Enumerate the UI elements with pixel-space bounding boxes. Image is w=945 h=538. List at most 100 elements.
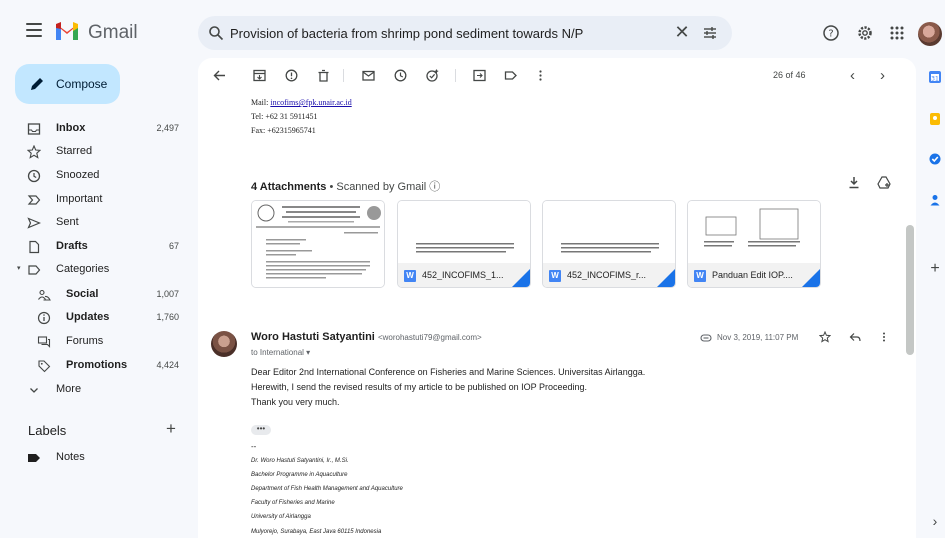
pencil-icon <box>31 78 43 90</box>
sidebar-item-label: Snoozed <box>56 169 100 181</box>
tasks-icon[interactable] <box>928 152 942 166</box>
sidebar-item-label: Sent <box>56 216 79 228</box>
attachment-card-3[interactable]: W 452_INCOFIMS_r... <box>542 200 676 288</box>
app-name: Gmail <box>88 22 138 43</box>
sidebar-item-social[interactable]: Social 1,007 <box>15 284 185 306</box>
sidebar-item-sent[interactable]: Sent <box>15 212 185 234</box>
sender-name[interactable]: Woro Hastuti Satyantini <box>251 331 375 343</box>
sidebar-item-important[interactable]: Important <box>15 189 185 211</box>
delete-trash-icon[interactable] <box>317 69 330 82</box>
signature-line-2: Bachelor Programme in Aquaculture <box>251 472 348 478</box>
back-arrow-icon[interactable] <box>213 69 226 82</box>
sidebar-item-inbox[interactable]: Inbox 2,497 <box>15 118 185 140</box>
older-chevron-icon[interactable]: ‹ <box>850 67 855 84</box>
prev-tel-line: Tel: +62 31 5911451 <box>251 112 318 121</box>
show-side-panel-chevron-icon[interactable]: › <box>928 514 942 528</box>
attachment-filename: Panduan Edit IOP.... <box>712 270 793 280</box>
recipients-toggle[interactable]: to International ▾ <box>251 348 310 357</box>
prev-mail-line: Mail: incofims@fpk.unair.ac.id <box>251 98 352 107</box>
add-label-button[interactable]: + <box>166 419 176 439</box>
sender-avatar[interactable] <box>211 331 237 357</box>
more-options-icon[interactable] <box>534 69 547 82</box>
sidebar-item-drafts[interactable]: Drafts 67 <box>15 236 185 258</box>
main-menu-icon[interactable] <box>26 23 42 37</box>
label-item-notes[interactable]: Notes <box>15 447 185 469</box>
scrollbar-thumb[interactable] <box>906 225 914 355</box>
doc-preview-image <box>416 243 514 253</box>
attachments-heading: 4 Attachments • Scanned by Gmail ⓘ <box>251 178 440 194</box>
star-icon[interactable] <box>819 331 831 343</box>
search-icon[interactable] <box>208 25 224 41</box>
label-icon <box>28 265 41 275</box>
clear-search-icon[interactable]: ✕ <box>672 22 692 43</box>
calendar-icon[interactable]: 31 <box>928 70 942 84</box>
sidebar-item-categories[interactable]: ▾ Categories <box>15 259 185 281</box>
label-as-icon[interactable] <box>504 69 517 82</box>
attachment-filename-bar: W 452_INCOFIMS_1... <box>398 263 530 287</box>
move-to-icon[interactable] <box>473 69 486 82</box>
sidebar-item-label: Starred <box>56 145 93 157</box>
sidebar-item-promotions[interactable]: Promotions 4,424 <box>15 355 185 377</box>
mark-unread-icon[interactable] <box>362 69 375 82</box>
important-icon <box>27 195 41 205</box>
attachment-card-1[interactable] <box>251 200 385 288</box>
toolbar-divider <box>455 69 456 82</box>
sidebar-item-label: Updates <box>66 311 110 323</box>
sidebar-item-snoozed[interactable]: Snoozed <box>15 165 185 187</box>
corner-fold <box>512 269 530 287</box>
report-spam-icon[interactable] <box>285 69 298 82</box>
download-all-icon[interactable] <box>848 176 860 189</box>
compose-button[interactable]: Compose <box>15 64 120 104</box>
sidebar-item-more[interactable]: More <box>15 379 185 401</box>
add-task-icon[interactable] <box>426 69 439 82</box>
attachment-preview <box>688 201 820 263</box>
message-date: Nov 3, 2019, 11:07 PM <box>717 333 799 342</box>
people-icon <box>38 289 51 301</box>
unread-count: 67 <box>168 241 179 251</box>
attachment-filename: 452_INCOFIMS_1... <box>422 270 504 280</box>
attachment-preview <box>398 201 530 263</box>
sidebar-item-starred[interactable]: Starred <box>15 141 185 163</box>
chevron-down-icon <box>30 388 38 393</box>
contacts-icon[interactable] <box>928 193 942 207</box>
get-addons-button[interactable]: + <box>928 261 942 277</box>
snooze-clock-icon[interactable] <box>394 69 407 82</box>
corner-fold <box>657 269 675 287</box>
prev-fax-line: Fax: +62315965741 <box>251 126 316 135</box>
sidebar-item-label: Social <box>66 288 99 300</box>
unread-count: 4,424 <box>156 360 179 370</box>
doc-preview-image <box>561 243 659 253</box>
help-icon[interactable]: ? <box>822 24 840 42</box>
newer-chevron-icon[interactable]: › <box>880 67 885 84</box>
reply-icon[interactable] <box>849 331 861 343</box>
send-icon <box>27 217 41 229</box>
attachment-card-2[interactable]: W 452_INCOFIMS_1... <box>397 200 531 288</box>
word-doc-icon: W <box>694 270 706 282</box>
account-avatar[interactable] <box>918 22 942 46</box>
attachment-preview <box>543 201 675 263</box>
mail-link[interactable]: incofims@fpk.unair.ac.id <box>270 98 351 107</box>
search-input[interactable] <box>230 16 650 50</box>
toolbar-divider <box>343 69 344 82</box>
apps-grid-icon[interactable] <box>888 24 906 42</box>
signature-line-4: Faculty of Fisheries and Marine <box>251 500 335 506</box>
keep-icon[interactable] <box>928 112 942 126</box>
attachments-count: 4 Attachments <box>251 181 327 193</box>
save-to-drive-icon[interactable] <box>877 176 891 189</box>
sidebar-item-forums[interactable]: Forums <box>15 331 185 353</box>
archive-icon[interactable] <box>253 69 266 82</box>
word-doc-icon: W <box>404 270 416 282</box>
attachment-card-4[interactable]: W Panduan Edit IOP.... <box>687 200 821 288</box>
gmail-logo-icon[interactable] <box>54 20 80 40</box>
show-trimmed-content-button[interactable]: ••• <box>251 425 271 435</box>
attachment-preview <box>252 201 384 287</box>
expand-arrow-icon[interactable]: ▾ <box>17 264 21 272</box>
corner-fold <box>802 269 820 287</box>
top-bar: Gmail ✕ ? <box>0 0 945 62</box>
doc-preview-image <box>704 208 800 247</box>
more-vert-icon[interactable] <box>878 331 890 343</box>
search-options-icon[interactable] <box>702 25 718 41</box>
settings-gear-icon[interactable] <box>856 24 874 42</box>
word-doc-icon: W <box>549 270 561 282</box>
sidebar-item-updates[interactable]: Updates 1,760 <box>15 307 185 329</box>
